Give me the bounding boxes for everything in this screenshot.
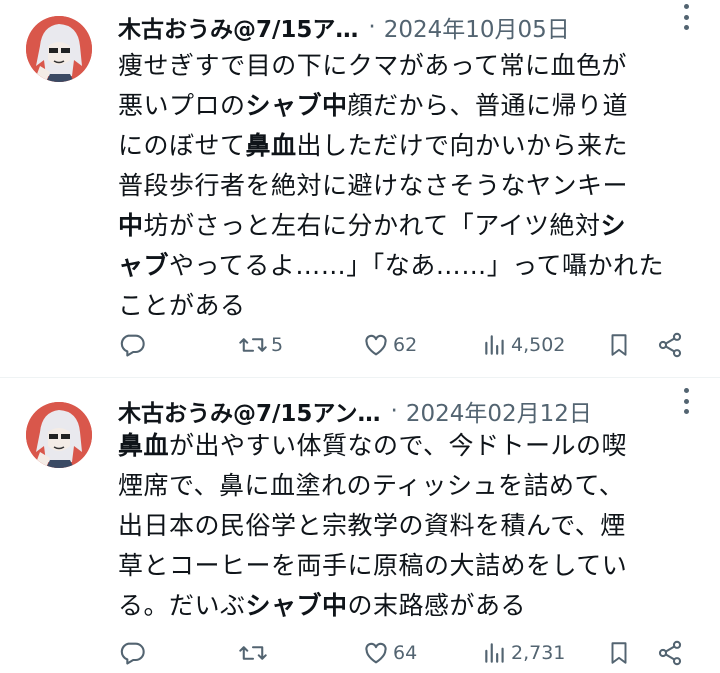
more-icon[interactable] xyxy=(682,388,690,414)
avatar[interactable] xyxy=(26,402,92,468)
like-button[interactable]: 64 xyxy=(362,636,417,670)
text-segment: にのぼせて xyxy=(118,131,246,160)
bold-highlight: 鼻血 xyxy=(245,131,297,160)
tweet-text-line: 煙席で、鼻に血塗れのティッシュを詰めて、 xyxy=(118,466,698,506)
share-button[interactable] xyxy=(656,328,684,362)
reply-icon xyxy=(118,639,146,667)
share-button[interactable] xyxy=(656,636,684,670)
tweet-text-line: ャブやってるよ……」「なあ……」って囁かれた xyxy=(118,246,698,286)
author-name[interactable]: 木古おうみ@7/15ア… xyxy=(118,10,358,44)
text-segment: 坊がさっと左右に分かれて「アイツ絶対 xyxy=(143,211,601,240)
text-segment: 普段歩行者を絶対に避けなさそうなヤンキー xyxy=(118,171,629,200)
tweet-text-line: 悪いプロのシャブ中顔だから、普通に帰り道 xyxy=(118,86,698,126)
views-button[interactable]: 4,502 xyxy=(482,328,565,362)
separator-dot: · xyxy=(368,14,376,40)
bookmark-icon xyxy=(606,639,632,667)
tweet-text-line: 痩せぎすで目の下にクマがあって常に血色が xyxy=(118,46,698,86)
view-count: 2,731 xyxy=(511,642,566,664)
text-segment: が出やすい体質なので、今ドトールの喫 xyxy=(169,431,628,460)
tweet-date[interactable]: 2024年02月12日 xyxy=(406,394,592,428)
bold-highlight: シ xyxy=(600,211,627,240)
bookmark-button[interactable] xyxy=(606,636,632,670)
view-count: 4,502 xyxy=(511,334,566,356)
like-count: 62 xyxy=(393,334,418,356)
reply-button[interactable] xyxy=(118,636,149,670)
views-icon xyxy=(482,639,508,667)
bookmark-button[interactable] xyxy=(606,328,632,362)
bookmark-icon xyxy=(606,331,632,359)
text-segment: 出日本の民俗学と宗教学の資料を積んで、煙 xyxy=(118,511,626,540)
repost-button[interactable]: 5 xyxy=(238,328,283,362)
bold-highlight: シャブ中 xyxy=(245,91,348,120)
views-button[interactable]: 2,731 xyxy=(482,636,565,670)
like-count: 64 xyxy=(393,642,418,664)
reply-icon xyxy=(118,331,146,359)
text-segment: やってるよ……」「なあ……」って囁かれた xyxy=(169,251,665,280)
like-icon xyxy=(362,331,390,359)
text-segment: る。だいぶ xyxy=(118,591,246,620)
views-icon xyxy=(482,331,508,359)
tweet-text-line: る。だいぶシャブ中の末路感がある xyxy=(118,586,698,626)
action-bar: 5 62 4,502 xyxy=(118,328,688,362)
bold-highlight: 鼻血 xyxy=(118,431,170,460)
tweet-text: 痩せぎすで目の下にクマがあって常に血色が 悪いプロのシャブ中顔だから、普通に帰り道… xyxy=(118,46,698,326)
more-icon[interactable] xyxy=(682,4,690,30)
share-icon xyxy=(656,331,684,359)
text-segment: 煙席で、鼻に血塗れのティッシュを詰めて、 xyxy=(118,471,625,500)
timeline: 木古おうみ@7/15ア… · 2024年10月05日 痩せぎすで目の下にクマがあ… xyxy=(0,0,720,673)
reply-button[interactable] xyxy=(118,328,149,362)
tweet[interactable]: 木古おうみ@7/15アン… · 2024年02月12日 鼻血が出やすい体質なので… xyxy=(0,378,720,673)
repost-icon xyxy=(238,331,268,359)
text-segment: ことがある xyxy=(118,291,246,320)
repost-count: 5 xyxy=(271,334,284,356)
text-segment: 悪いプロの xyxy=(118,91,246,120)
tweet-text-line: 普段歩行者を絶対に避けなさそうなヤンキー xyxy=(118,166,698,206)
tweet-text-line: 出日本の民俗学と宗教学の資料を積んで、煙 xyxy=(118,506,698,546)
repost-icon xyxy=(238,639,268,667)
tweet-text-line: にのぼせて鼻血出しただけで向かいから来た xyxy=(118,126,698,166)
text-segment: 草とコーヒーを両手に原稿の大詰めをしてい xyxy=(118,551,628,580)
text-segment: 出しただけで向かいから来た xyxy=(296,131,629,160)
tweet-text-line: ことがある xyxy=(118,286,698,326)
avatar[interactable] xyxy=(26,16,92,82)
author-name[interactable]: 木古おうみ@7/15アン… xyxy=(118,394,381,428)
text-segment: 顔だから、普通に帰り道 xyxy=(347,91,629,120)
like-button[interactable]: 62 xyxy=(362,328,417,362)
tweet[interactable]: 木古おうみ@7/15ア… · 2024年10月05日 痩せぎすで目の下にクマがあ… xyxy=(0,0,720,378)
separator-dot: · xyxy=(390,398,398,424)
tweet-date[interactable]: 2024年10月05日 xyxy=(384,10,570,44)
tweet-text: 鼻血が出やすい体質なので、今ドトールの喫煙席で、鼻に血塗れのティッシュを詰めて、… xyxy=(118,426,698,626)
text-segment: 痩せぎすで目の下にクマがあって常に血色が xyxy=(118,51,628,80)
tweet-text-line: 鼻血が出やすい体質なので、今ドトールの喫 xyxy=(118,426,698,466)
like-icon xyxy=(362,639,390,667)
action-bar: 64 2,731 xyxy=(118,636,688,670)
repost-button[interactable] xyxy=(238,636,271,670)
bold-highlight: シャブ中 xyxy=(245,591,348,620)
text-segment: の末路感がある xyxy=(347,591,527,620)
tweet-text-line: 草とコーヒーを両手に原稿の大詰めをしてい xyxy=(118,546,698,586)
bold-highlight: ャブ xyxy=(118,251,170,280)
share-icon xyxy=(656,639,684,667)
bold-highlight: 中 xyxy=(118,211,144,240)
tweet-text-line: 中坊がさっと左右に分かれて「アイツ絶対シ xyxy=(118,206,698,246)
